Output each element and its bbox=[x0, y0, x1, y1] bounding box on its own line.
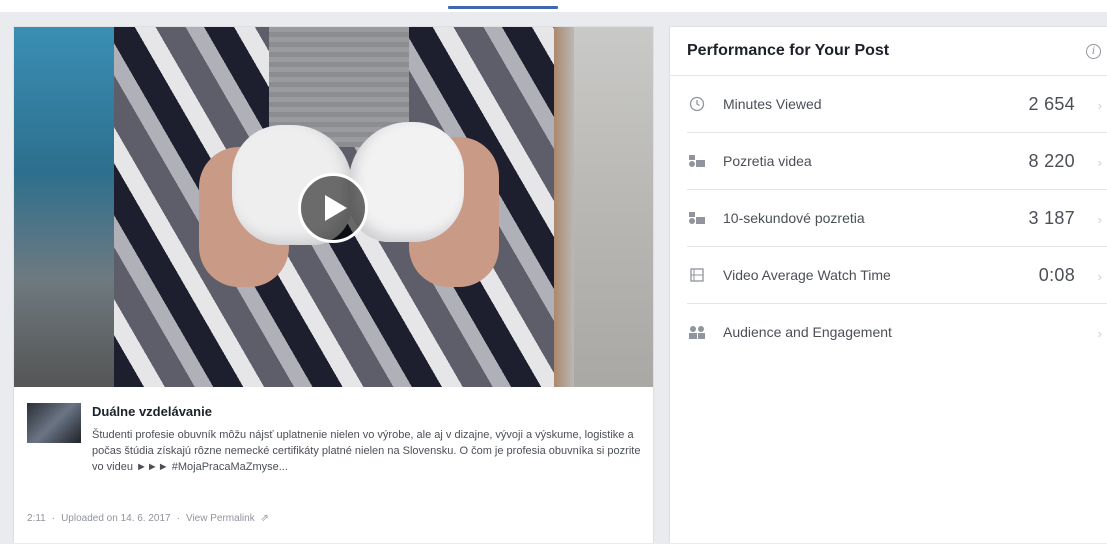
metric-row-video-views[interactable]: Pozretia videa 8 220 › bbox=[687, 133, 1107, 190]
upload-date: Uploaded on 14. 6. 2017 bbox=[61, 513, 171, 524]
clock-icon bbox=[687, 94, 707, 114]
view-permalink-link[interactable]: View Permalink bbox=[186, 513, 255, 524]
video-duration: 2:11 bbox=[27, 513, 46, 524]
play-button[interactable] bbox=[298, 173, 368, 243]
metric-value: 3 187 bbox=[1028, 207, 1075, 228]
metric-label: Video Average Watch Time bbox=[723, 267, 891, 283]
video-post-card: Duálne vzdelávanie Študenti profesie obu… bbox=[13, 26, 654, 543]
post-thumbnail-avatar[interactable] bbox=[27, 403, 81, 443]
post-description: Študenti profesie obuvník môžu nájsť upl… bbox=[92, 429, 641, 473]
separator: · bbox=[176, 513, 180, 524]
people-icon bbox=[687, 322, 707, 342]
active-tab-indicator bbox=[448, 6, 558, 9]
panel-header: Performance for Your Post i bbox=[670, 27, 1107, 76]
metric-value: 0:08 bbox=[1038, 264, 1075, 285]
metric-row-10s-views[interactable]: 10-sekundové pozretia 3 187 › bbox=[687, 190, 1107, 247]
video-views-icon bbox=[687, 151, 707, 171]
chevron-right-icon: › bbox=[1097, 269, 1102, 284]
chevron-right-icon: › bbox=[1097, 98, 1102, 113]
video-views-icon bbox=[687, 208, 707, 228]
thumbnail-shoe bbox=[349, 122, 464, 242]
metric-value: 8 220 bbox=[1028, 150, 1075, 171]
metric-label: 10-sekundové pozretia bbox=[723, 210, 865, 226]
film-icon bbox=[687, 265, 707, 285]
post-title[interactable]: Duálne vzdelávanie bbox=[92, 404, 212, 419]
play-icon bbox=[325, 195, 347, 221]
metric-label: Pozretia videa bbox=[723, 153, 812, 169]
metric-label: Minutes Viewed bbox=[723, 96, 822, 112]
metric-value: 2 654 bbox=[1028, 93, 1075, 114]
chevron-right-icon: › bbox=[1097, 326, 1102, 341]
separator: · bbox=[51, 513, 56, 524]
external-link-icon: ⇗ bbox=[260, 513, 269, 524]
post-info: Duálne vzdelávanie Študenti profesie obu… bbox=[14, 387, 653, 544]
performance-panel: Performance for Your Post i Minutes View… bbox=[669, 26, 1107, 543]
chevron-right-icon: › bbox=[1097, 212, 1102, 227]
metric-row-average-watch-time[interactable]: Video Average Watch Time 0:08 › bbox=[687, 247, 1107, 304]
metric-row-minutes-viewed[interactable]: Minutes Viewed 2 654 › bbox=[687, 76, 1107, 133]
video-thumbnail[interactable] bbox=[14, 27, 653, 387]
info-icon[interactable]: i bbox=[1086, 44, 1101, 59]
chevron-right-icon: › bbox=[1097, 155, 1102, 170]
post-meta: 2:11 · Uploaded on 14. 6. 2017 · View Permal… bbox=[27, 513, 269, 524]
metric-label: Audience and Engagement bbox=[723, 324, 892, 340]
panel-title: Performance for Your Post bbox=[687, 42, 890, 59]
metric-row-audience-engagement[interactable]: Audience and Engagement › bbox=[687, 304, 1107, 360]
